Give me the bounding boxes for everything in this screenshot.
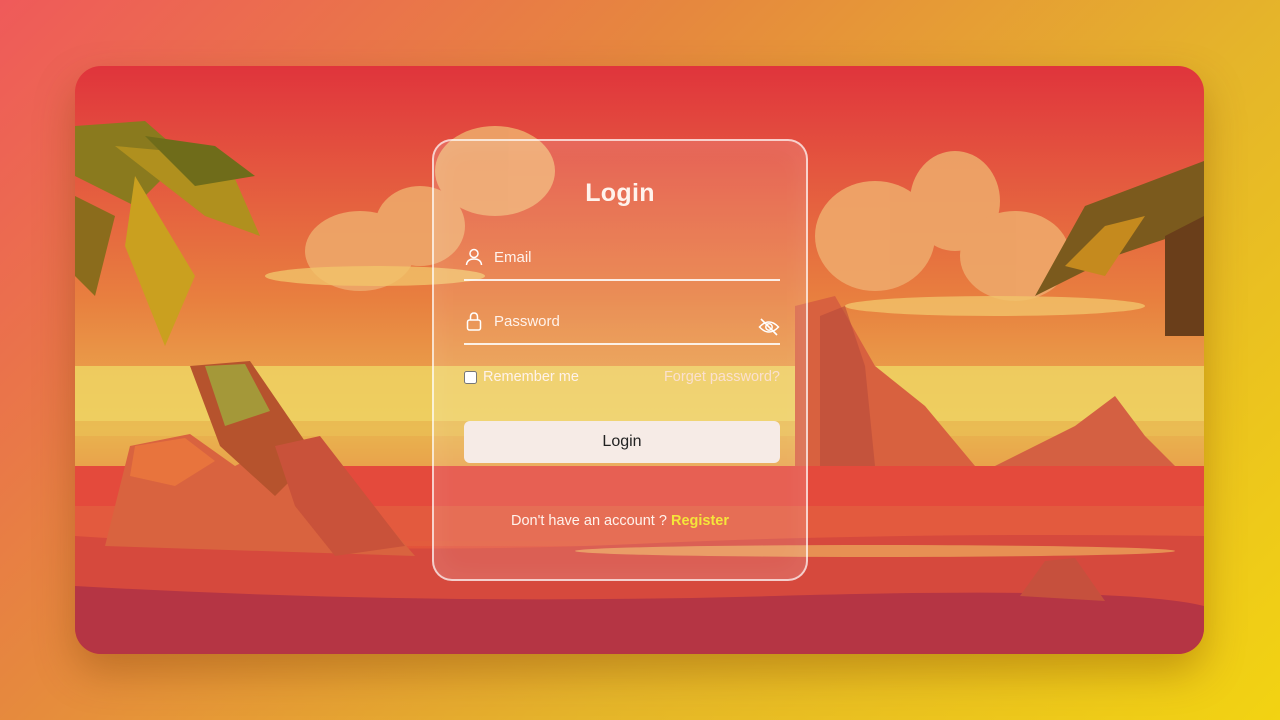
no-account-text: Don't have an account ? <box>511 513 667 529</box>
login-card: Login Remember me <box>432 139 808 581</box>
sunset-beach-background: Login Remember me <box>75 66 1204 654</box>
register-link[interactable]: Register <box>671 513 729 529</box>
login-title: Login <box>585 179 655 207</box>
lock-icon <box>466 312 482 331</box>
login-button[interactable]: Login <box>464 421 780 463</box>
remember-me-checkbox[interactable] <box>464 370 477 384</box>
options-row: Remember me Forget password? <box>464 367 780 387</box>
user-icon <box>465 248 483 266</box>
remember-me-label: Remember me <box>483 369 579 385</box>
password-field-wrapper <box>464 301 780 345</box>
email-input[interactable] <box>494 243 744 271</box>
eye-slash-icon[interactable] <box>758 317 780 337</box>
register-row: Don't have an account ? Register <box>434 513 806 529</box>
email-field-wrapper <box>464 237 780 281</box>
remember-me[interactable]: Remember me <box>464 369 579 385</box>
forgot-password-link[interactable]: Forget password? <box>664 369 780 385</box>
password-input[interactable] <box>494 307 744 335</box>
